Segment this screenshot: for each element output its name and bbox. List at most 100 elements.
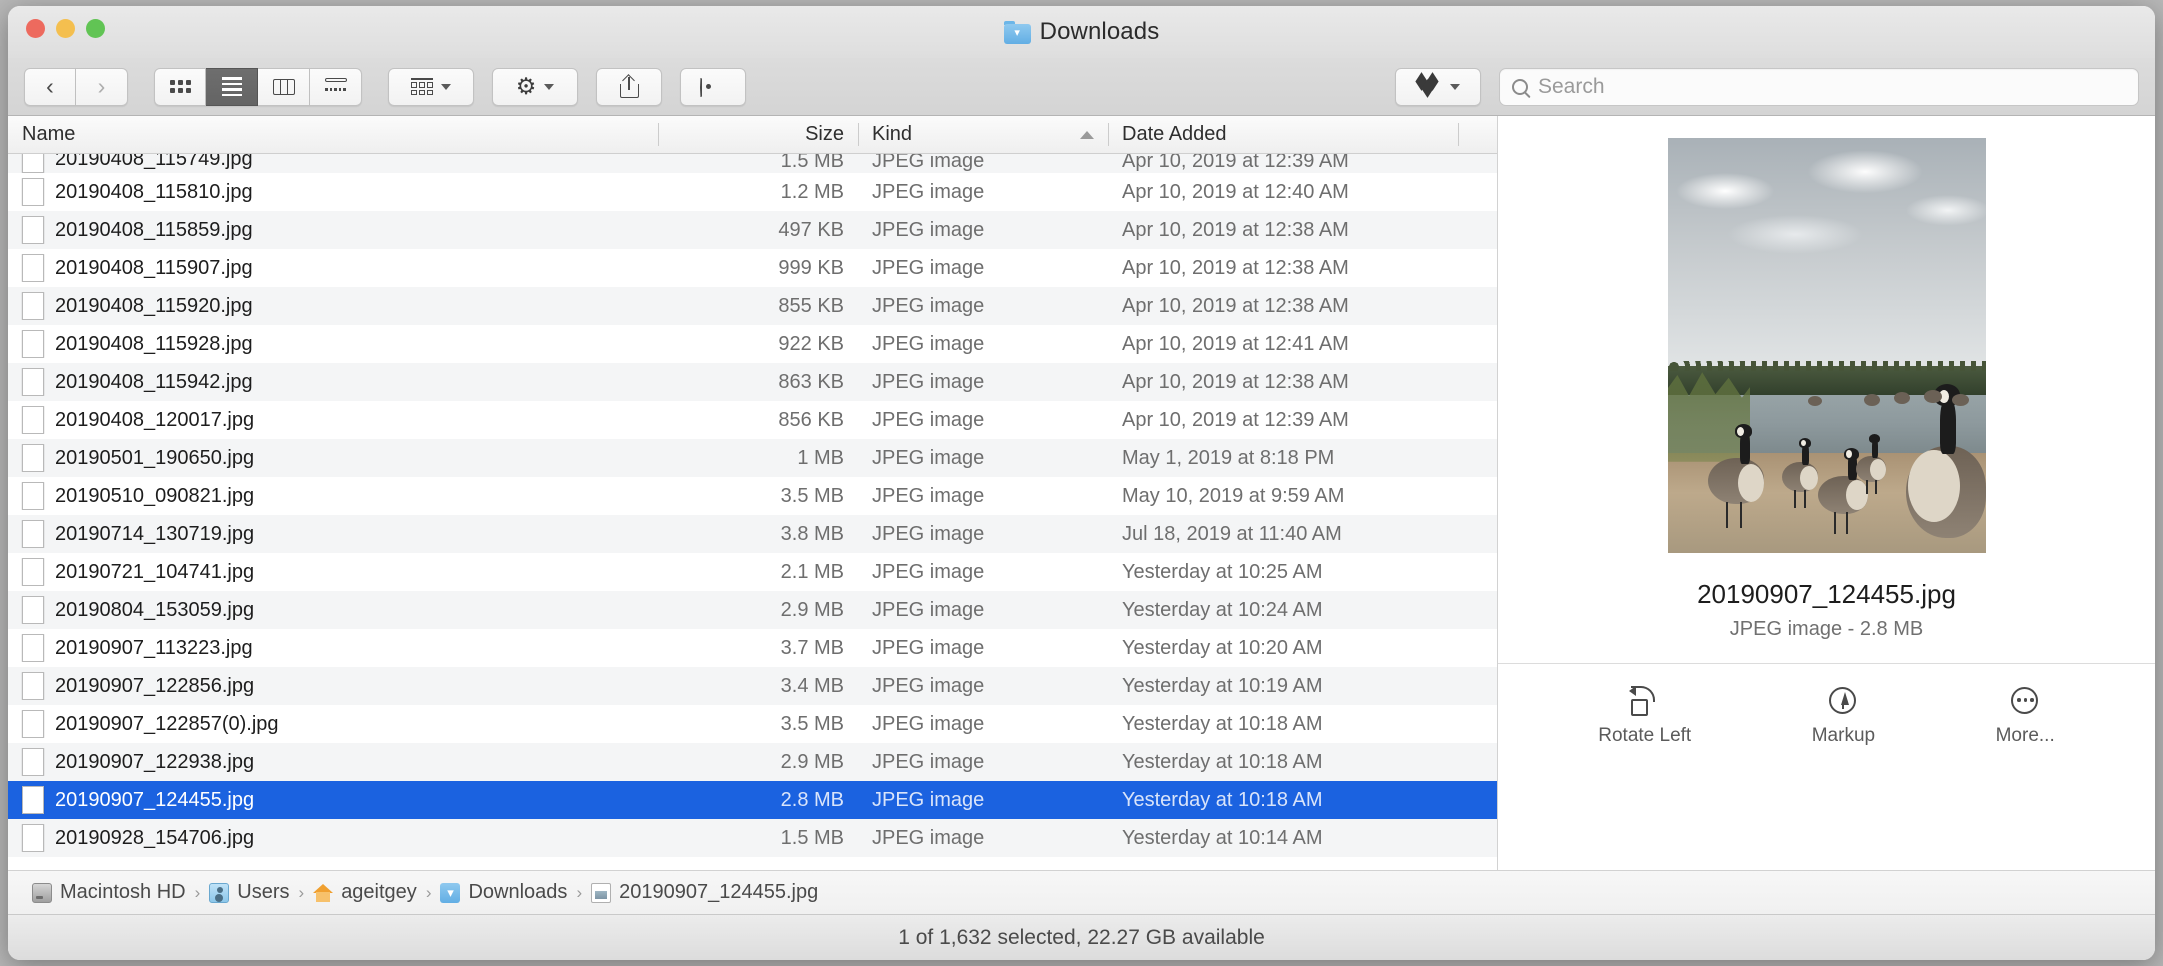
column-header-date-added[interactable]: Date Added xyxy=(1108,116,1458,153)
file-thumbnail-icon xyxy=(22,558,44,586)
file-date-cell: Yesterday at 10:18 AM xyxy=(1122,750,1323,773)
file-name-cell: 20190408_115810.jpg xyxy=(8,178,658,206)
file-kind-cell: JPEG image xyxy=(872,674,985,697)
file-thumbnail-icon xyxy=(22,178,44,206)
table-row[interactable]: 20190408_115920.jpg 855 KB JPEG image Apr 1… xyxy=(8,287,1497,325)
file-name-text: 20190408_115907.jpg xyxy=(55,256,253,279)
table-row[interactable]: 20190501_190650.jpg 1 MB JPEG image May 1, … xyxy=(8,439,1497,477)
file-date-cell: Yesterday at 10:19 AM xyxy=(1122,674,1323,697)
status-bar: 1 of 1,632 selected, 22.27 GB available xyxy=(8,914,2155,960)
gear-icon: ⚙ xyxy=(515,73,537,99)
file-date-cell: Jul 18, 2019 at 11:40 AM xyxy=(1122,522,1342,545)
dropbox-button[interactable] xyxy=(1395,67,1481,106)
column-header-name[interactable]: Name xyxy=(8,116,658,153)
file-name-text: 20190408_120017.jpg xyxy=(55,408,255,431)
column-header-size[interactable]: Size xyxy=(658,116,858,153)
file-size-cell: 2.1 MB xyxy=(780,560,844,583)
markup-button[interactable]: Markup xyxy=(1812,686,1875,747)
file-size-cell: 3.8 MB xyxy=(780,522,844,545)
breadcrumb-item[interactable]: Macintosh HD xyxy=(26,881,192,904)
file-name-cell: 20190907_122856.jpg xyxy=(8,672,658,700)
table-row[interactable]: 20190408_115749.jpg 1.5 MB JPEG image Apr 1… xyxy=(8,154,1497,173)
rotate-left-icon xyxy=(1628,686,1662,716)
table-row[interactable]: 20190714_130719.jpg 3.8 MB JPEG image Jul 1… xyxy=(8,515,1497,553)
file-size-cell: 3.4 MB xyxy=(780,674,844,697)
more-button[interactable]: More... xyxy=(1996,686,2055,747)
preview-image-wrap xyxy=(1667,138,1986,553)
table-row[interactable]: 20190907_122857(0).jpg 3.5 MB JPEG image Ye… xyxy=(8,705,1497,743)
breadcrumb-item[interactable]: ageitgey xyxy=(307,881,423,904)
table-row[interactable]: 20190408_115907.jpg 999 KB JPEG image Apr 1… xyxy=(8,249,1497,287)
breadcrumb-separator: › xyxy=(425,882,432,902)
window-title-text: Downloads xyxy=(1039,18,1160,45)
table-row[interactable]: 20190408_115942.jpg 863 KB JPEG image Apr 1… xyxy=(8,363,1497,401)
file-thumbnail-icon xyxy=(22,444,44,472)
file-rows[interactable]: 20190408_115749.jpg 1.5 MB JPEG image Apr 1… xyxy=(8,154,1497,870)
title-bar: ▾ Downloads xyxy=(8,6,2155,58)
search-input[interactable] xyxy=(1538,74,2126,99)
breadcrumb-item[interactable]: 20190907_124455.jpg xyxy=(585,881,824,904)
finder-window: ▾ Downloads ‹ › ⚙ Search Name Size Kind … xyxy=(8,6,2155,960)
table-row[interactable]: 20190928_154706.jpg 1.5 MB JPEG image Yeste… xyxy=(8,819,1497,857)
rotate-left-button[interactable]: Rotate Left xyxy=(1598,686,1691,747)
file-name-cell: 20190501_190650.jpg xyxy=(8,444,658,472)
column-header-kind[interactable]: Kind xyxy=(858,116,1108,153)
file-date-cell: Apr 10, 2019 at 12:38 AM xyxy=(1122,370,1349,393)
markup-icon xyxy=(1826,686,1860,716)
breadcrumb-label: 20190907_124455.jpg xyxy=(619,881,819,903)
table-row[interactable]: 20190907_113223.jpg 3.7 MB JPEG image Yeste… xyxy=(8,629,1497,667)
search-icon xyxy=(1512,78,1528,95)
column-view-button[interactable] xyxy=(258,67,310,106)
file-kind-cell: JPEG image xyxy=(872,522,985,545)
file-name-text: 20190408_115810.jpg xyxy=(55,180,253,203)
file-name-text: 20190510_090821.jpg xyxy=(55,484,255,507)
breadcrumb-item[interactable]: ▾ Downloads xyxy=(434,881,573,904)
column-header-spacer xyxy=(1458,116,1497,153)
file-name-text: 20190408_115859.jpg xyxy=(55,218,253,241)
file-date-cell: May 1, 2019 at 8:18 PM xyxy=(1122,446,1335,469)
table-row[interactable]: 20190510_090821.jpg 3.5 MB JPEG image May 1… xyxy=(8,477,1497,515)
toolbar-right xyxy=(1395,67,2139,106)
action-button[interactable]: ⚙ xyxy=(492,67,578,106)
status-text: 1 of 1,632 selected, 22.27 GB available xyxy=(898,925,1265,949)
file-thumbnail-icon xyxy=(22,292,44,320)
columns-icon xyxy=(272,78,295,95)
dropbox-icon xyxy=(1415,71,1442,99)
preview-pane: 20190907_124455.jpg JPEG image - 2.8 MB … xyxy=(1498,116,2155,870)
file-size-cell: 2.9 MB xyxy=(780,598,844,621)
file-size-cell: 999 KB xyxy=(778,256,844,279)
preview-meta: JPEG image - 2.8 MB xyxy=(1729,618,1924,640)
search-field[interactable] xyxy=(1499,67,2139,106)
table-row[interactable]: 20190408_120017.jpg 856 KB JPEG image Apr 1… xyxy=(8,401,1497,439)
file-date-cell: Yesterday at 10:24 AM xyxy=(1122,598,1323,621)
table-row[interactable]: 20190721_104741.jpg 2.1 MB JPEG image Yeste… xyxy=(8,553,1497,591)
table-row[interactable]: 20190907_122938.jpg 2.9 MB JPEG image Yeste… xyxy=(8,743,1497,781)
table-row[interactable]: 20190804_153059.jpg 2.9 MB JPEG image Yeste… xyxy=(8,591,1497,629)
table-row[interactable]: 20190408_115859.jpg 497 KB JPEG image Apr 1… xyxy=(8,211,1497,249)
file-size-cell: 1 MB xyxy=(797,446,844,469)
tags-button[interactable] xyxy=(680,67,746,106)
table-row[interactable]: 20190408_115928.jpg 922 KB JPEG image Apr 1… xyxy=(8,325,1497,363)
breadcrumb-item[interactable]: Users xyxy=(203,881,295,904)
list-view-button[interactable] xyxy=(206,67,258,106)
arrange-button[interactable] xyxy=(388,67,474,106)
table-row[interactable]: 20190907_122856.jpg 3.4 MB JPEG image Yeste… xyxy=(8,667,1497,705)
table-row[interactable]: 20190907_124455.jpg 2.8 MB JPEG image Yeste… xyxy=(8,781,1497,819)
file-size-cell: 922 KB xyxy=(778,332,844,355)
forward-button[interactable]: › xyxy=(76,67,128,106)
back-button[interactable]: ‹ xyxy=(24,67,76,106)
hard-drive-icon xyxy=(32,882,52,903)
toolbar: ‹ › ⚙ Search xyxy=(8,58,2155,116)
share-button[interactable] xyxy=(596,67,662,106)
file-thumbnail-icon xyxy=(22,596,44,624)
file-kind-cell: JPEG image xyxy=(872,370,985,393)
breadcrumb-separator: › xyxy=(576,882,583,902)
file-name-cell: 20190928_154706.jpg xyxy=(8,824,658,852)
icon-view-button[interactable] xyxy=(154,67,206,106)
table-row[interactable]: 20190408_115810.jpg 1.2 MB JPEG image Apr 1… xyxy=(8,173,1497,211)
file-name-cell: 20190408_115928.jpg xyxy=(8,330,658,358)
gallery-view-button[interactable] xyxy=(310,67,362,106)
file-name-cell: 20190907_124455.jpg xyxy=(8,786,658,814)
file-kind-cell: JPEG image xyxy=(872,484,985,507)
file-date-cell: Yesterday at 10:20 AM xyxy=(1122,636,1323,659)
